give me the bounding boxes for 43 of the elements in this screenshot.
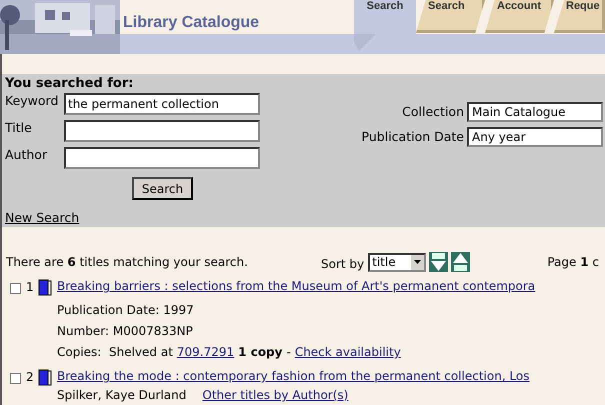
detail-text: Number: M0007833NP [57, 324, 194, 340]
copy-count: 1 copy [238, 345, 282, 359]
book-icon [38, 369, 52, 386]
input-field[interactable]: the permanent collection [64, 93, 260, 115]
caret-icon [414, 260, 422, 264]
detail-text: Publication Date: 1997 [57, 303, 195, 319]
section-heading: You searched for: [5, 76, 134, 93]
author-titles-link[interactable]: Other titles by Author(s) [202, 388, 348, 402]
site-title: Library Catalogue [123, 14, 260, 33]
input-field[interactable] [64, 120, 260, 142]
result-number: 1 [26, 280, 35, 294]
author-name: Spilker, Kaye Durland [57, 388, 186, 402]
dropdown[interactable]: Main Catalogue [467, 102, 603, 122]
separator: - [286, 345, 291, 359]
sort-dropdown[interactable]: title [368, 252, 426, 272]
title-link[interactable]: Breaking barriers : selections from the Museum of Art's permanent contempora [57, 279, 536, 300]
select-checkbox[interactable] [10, 283, 21, 294]
copies-label: Copies: Shelved at [57, 345, 173, 359]
field-label: Keyword [5, 93, 60, 110]
nav-tab[interactable]: Search [354, 0, 416, 34]
search-button[interactable]: Search [132, 177, 193, 200]
book-icon [38, 279, 52, 296]
sort-ascending-icon[interactable] [429, 252, 448, 272]
nav-tab[interactable]: Account [485, 0, 554, 33]
sort-label: Sort by [321, 257, 364, 271]
select-checkbox[interactable] [10, 373, 21, 384]
title-link[interactable]: Breaking the mode : contemporary fashion from the permanent collection, Los [57, 369, 530, 390]
tab-pointer [354, 34, 376, 51]
field-label: Publication Date [360, 129, 465, 144]
field-label: Author [5, 147, 48, 164]
page-indicator: Page 1 c [547, 255, 600, 269]
result-summary: There are 6 titles matching your search. [6, 255, 249, 269]
nav-tab[interactable]: Search [416, 0, 485, 33]
result-number: 2 [26, 370, 35, 384]
field-label: Title [5, 120, 33, 137]
nav-tab[interactable]: Reque [554, 0, 605, 33]
dropdown[interactable]: Any year [467, 126, 603, 146]
input-field[interactable] [64, 147, 260, 169]
sort-descending-icon[interactable] [451, 252, 470, 272]
call-number-link[interactable]: 709.7291 [176, 345, 234, 359]
field-label: Collection [401, 104, 465, 119]
availability-link[interactable]: Check availability [294, 345, 401, 359]
new-search-link[interactable]: New Search [5, 210, 80, 225]
